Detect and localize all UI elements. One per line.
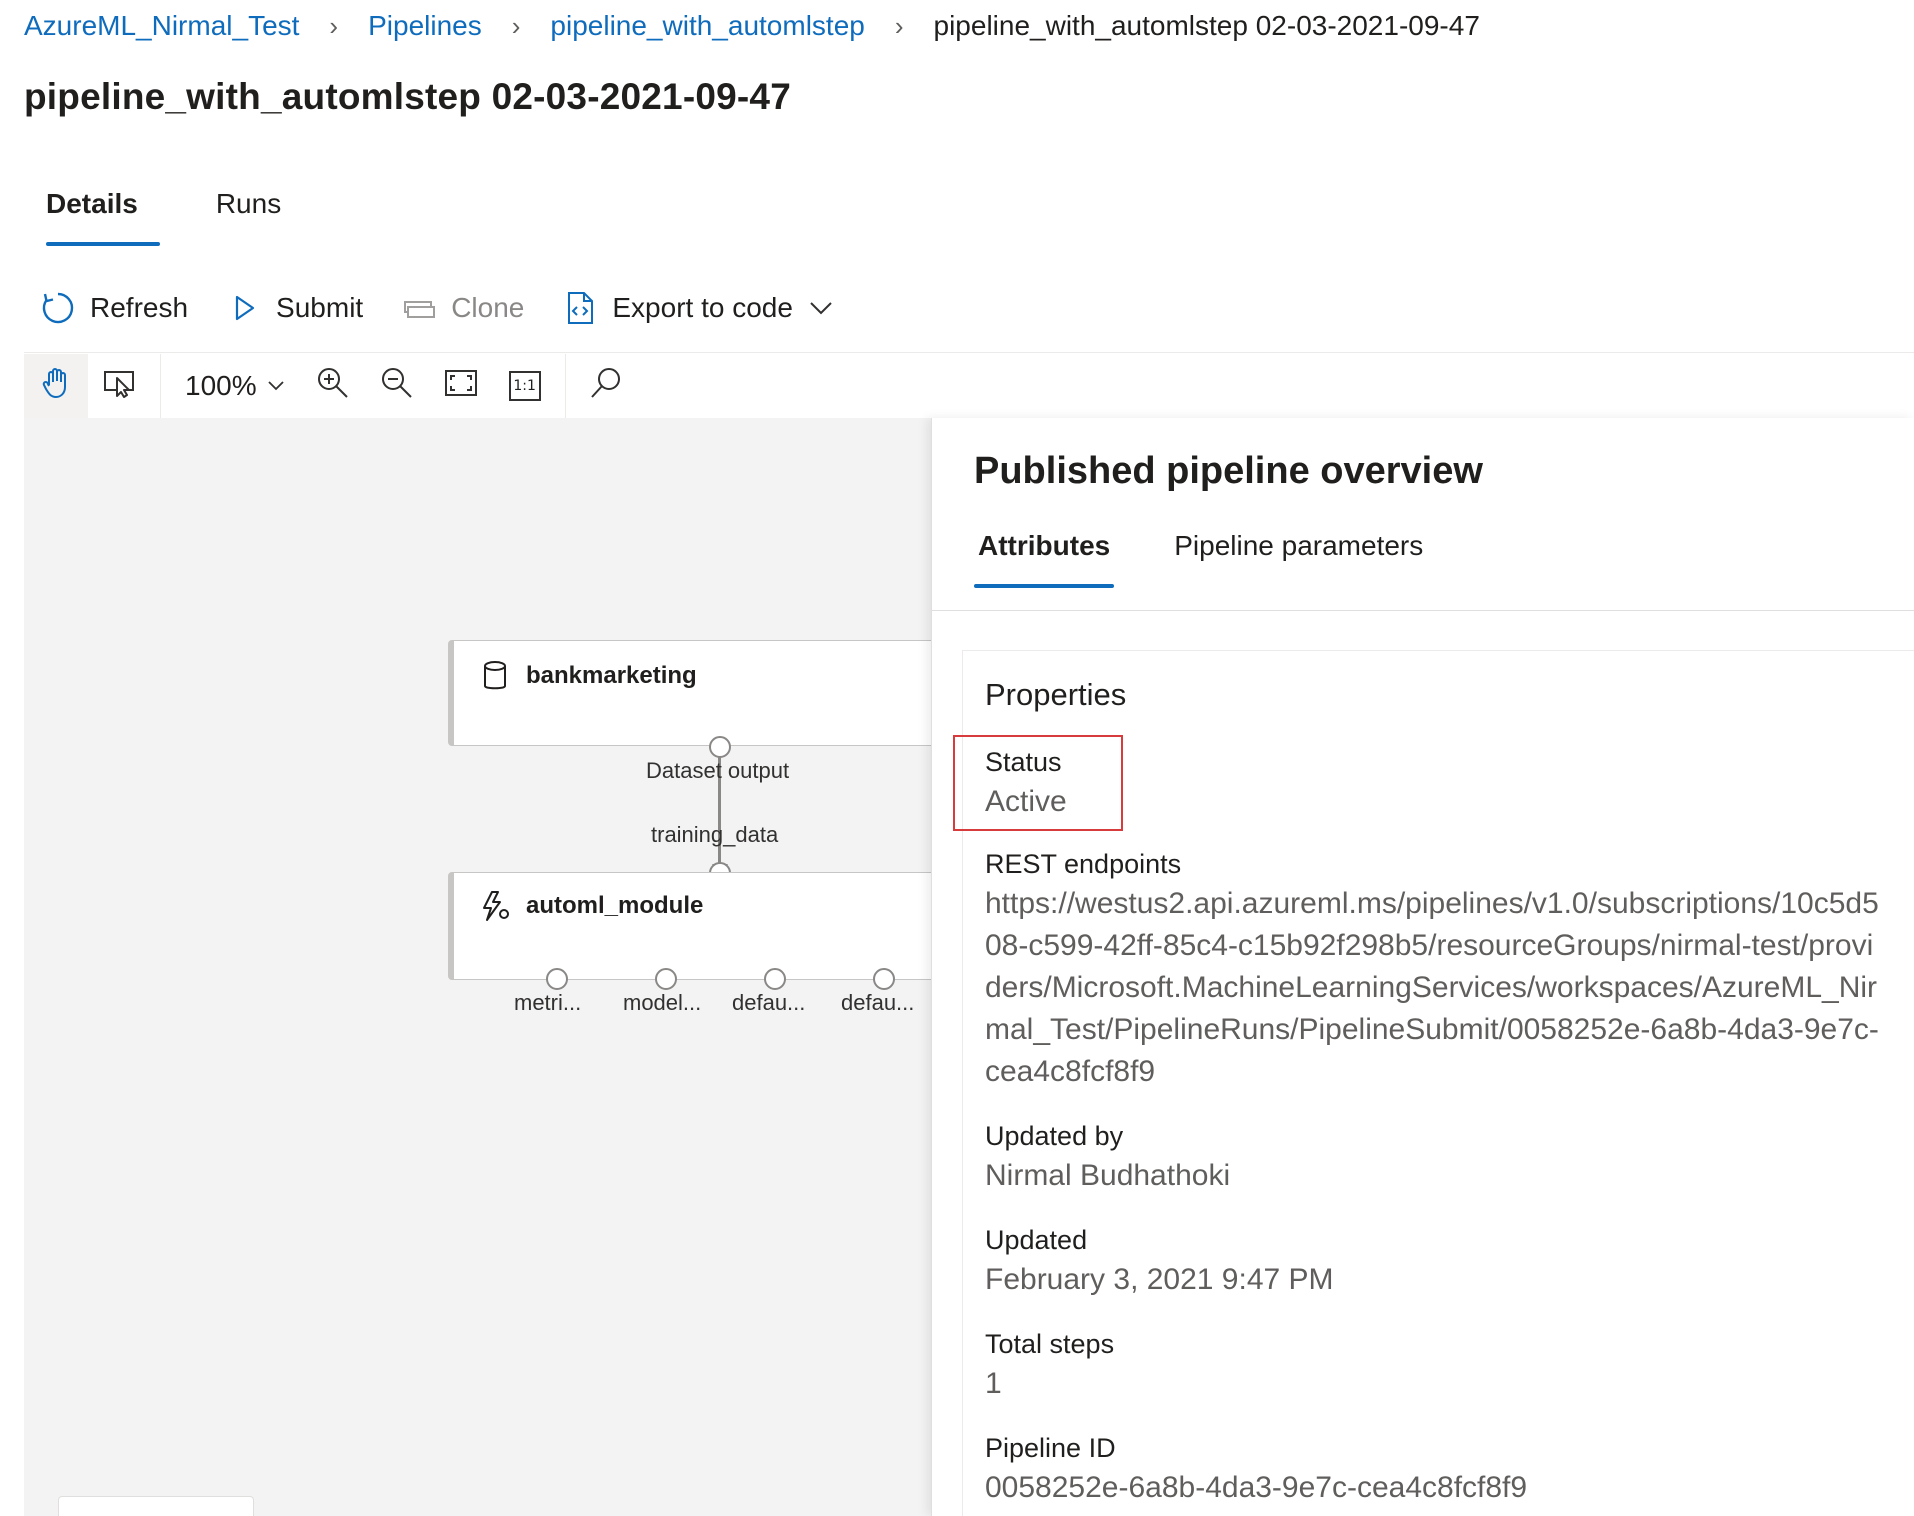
property-total-steps: Total steps 1 [985, 1327, 1885, 1405]
tab-details[interactable]: Details [24, 180, 160, 246]
property-label: Status [985, 747, 1062, 777]
minimap-panel[interactable] [58, 1496, 254, 1516]
breadcrumb-current: pipeline_with_automlstep 02-03-2021-09-4… [933, 10, 1480, 41]
panel-tabs: Attributes Pipeline parameters [974, 530, 1427, 588]
rest-endpoint-value[interactable]: https://westus2.api.azureml.ms/pipelines… [985, 883, 1885, 1093]
refresh-icon [40, 290, 76, 326]
chevron-right-icon: › [329, 10, 339, 41]
zoom-dropdown[interactable]: 100% [169, 354, 301, 418]
property-label: Updated by [985, 1121, 1124, 1151]
port-label-metrics: metri... [514, 990, 582, 1015]
pipeline-id-value: 0058252e-6a8b-4da3-9e7c-cea4c8fcf8f9 [985, 1471, 1528, 1504]
updated-by-value: Nirmal Budhathoki [985, 1159, 1231, 1192]
port-label-dataset-output: Dataset output [646, 758, 790, 783]
select-tool-button[interactable] [88, 354, 152, 418]
node-label: bankmarketing [526, 662, 697, 689]
zoom-in-button[interactable] [301, 354, 365, 418]
fit-screen-icon [444, 369, 478, 402]
chevron-down-icon [267, 380, 285, 392]
output-port-metrics[interactable] [546, 968, 568, 990]
fit-to-screen-button[interactable] [429, 354, 493, 418]
updated-value: February 3, 2021 9:47 PM [985, 1263, 1334, 1296]
breadcrumb-pipeline[interactable]: pipeline_with_automlstep [550, 10, 864, 42]
actual-size-button[interactable]: 1:1 [493, 354, 557, 418]
tab-pipeline-parameters[interactable]: Pipeline parameters [1170, 530, 1427, 588]
page-title: pipeline_with_automlstep 02-03-2021-09-4… [24, 76, 791, 117]
zoom-in-icon [316, 366, 350, 405]
submit-label: Submit [276, 292, 364, 323]
toolbar-divider [160, 353, 161, 418]
port-label-default-1: defau... [732, 990, 806, 1015]
properties-card: Properties Status Active REST endpoints … [953, 650, 1914, 1516]
hand-icon [41, 367, 71, 404]
page-tabs: Details Runs [24, 180, 303, 246]
panel-title: Published pipeline overview [974, 450, 1483, 492]
pan-tool-button[interactable] [24, 353, 88, 418]
refresh-label: Refresh [90, 292, 189, 323]
search-icon [589, 366, 623, 405]
export-label: Export to code [612, 292, 793, 323]
property-pipeline-id: Pipeline ID 0058252e-6a8b-4da3-9e7c-cea4… [985, 1431, 1885, 1509]
node-title: bankmarketing [478, 659, 697, 693]
zoom-out-icon [380, 366, 414, 405]
command-bar: Refresh Submit Clone Export to code [40, 286, 873, 330]
chevron-right-icon: › [511, 10, 521, 41]
search-button[interactable] [574, 354, 638, 418]
status-value: Active [985, 785, 1067, 818]
total-steps-value: 1 [985, 1367, 1002, 1400]
property-rest-endpoints: REST endpoints https://westus2.api.azure… [985, 847, 1885, 1093]
property-label: Pipeline ID [985, 1433, 1116, 1463]
breadcrumb: AzureML_Nirmal_Test › Pipelines › pipeli… [24, 6, 1480, 46]
output-port[interactable] [709, 736, 731, 758]
output-port-default-2[interactable] [873, 968, 895, 990]
property-label: Updated [985, 1225, 1088, 1255]
tab-attributes[interactable]: Attributes [974, 530, 1115, 588]
node-bankmarketing[interactable]: bankmarketing [448, 640, 934, 746]
pipeline-canvas[interactable]: bankmarketing Dataset output training_da… [24, 418, 934, 1516]
toolbar-divider [564, 353, 566, 418]
clone-button[interactable]: Clone [401, 290, 524, 326]
export-to-code-button[interactable]: Export to code [562, 290, 835, 326]
output-port-default-1[interactable] [764, 968, 786, 990]
node-title: automl_module [478, 889, 703, 923]
chevron-down-icon [807, 294, 835, 322]
panel-divider [932, 610, 1914, 611]
database-icon [478, 659, 512, 693]
select-pointer-icon [103, 368, 137, 403]
property-updated: Updated February 3, 2021 9:47 PM [985, 1223, 1885, 1301]
node-label: automl_module [526, 892, 704, 919]
clone-icon [401, 290, 437, 326]
submit-button[interactable]: Submit [226, 290, 363, 326]
refresh-button[interactable]: Refresh [40, 290, 188, 326]
actual-size-label: 1:1 [513, 377, 536, 394]
port-label-training-data: training_data [651, 822, 779, 847]
property-label: Total steps [985, 1329, 1115, 1359]
canvas-toolbar: 100% 1:1 [24, 352, 1914, 418]
property-label: REST endpoints [985, 849, 1182, 879]
output-port-model[interactable] [655, 968, 677, 990]
breadcrumb-workspace[interactable]: AzureML_Nirmal_Test [24, 10, 299, 42]
clone-label: Clone [451, 292, 525, 323]
actual-size-icon: 1:1 [508, 370, 541, 401]
code-file-icon [562, 290, 598, 326]
chevron-right-icon: › [894, 10, 904, 41]
property-updated-by: Updated by Nirmal Budhathoki [985, 1119, 1885, 1197]
port-label-default-2: defau... [841, 990, 915, 1015]
published-pipeline-overview-panel: Published pipeline overview Attributes P… [931, 418, 1914, 1516]
tab-runs[interactable]: Runs [194, 180, 303, 246]
zoom-value: 100% [185, 369, 257, 401]
property-status: Status Active [985, 745, 1885, 823]
port-label-model: model... [623, 990, 702, 1015]
zoom-out-button[interactable] [365, 354, 429, 418]
node-automl-module[interactable]: automl_module [448, 872, 934, 980]
play-icon [226, 290, 262, 326]
automl-icon [478, 889, 512, 923]
properties-heading: Properties [985, 677, 1127, 712]
breadcrumb-pipelines[interactable]: Pipelines [368, 10, 482, 42]
